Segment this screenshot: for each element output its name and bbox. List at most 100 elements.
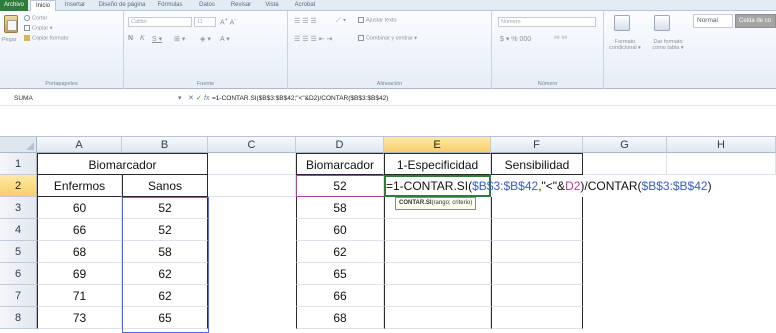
cell-b3[interactable]: 52 (122, 197, 208, 219)
worksheet-grid[interactable]: A B C D E F G H 1 2 3 4 5 6 7 8 Biomarca… (0, 137, 776, 333)
cell-d4[interactable]: 60 (296, 219, 384, 241)
borders-button[interactable]: ⊞ ▾ (174, 35, 185, 43)
column-header-f[interactable]: F (491, 137, 583, 153)
function-tooltip[interactable]: CONTAR.SI(rango; criterio) (395, 197, 477, 210)
cell-b5[interactable]: 58 (122, 241, 208, 263)
row-header-2[interactable]: 2 (0, 175, 37, 197)
cell-e6[interactable] (384, 263, 491, 285)
column-header-h[interactable]: H (667, 137, 776, 153)
tab-acrobat[interactable]: Acrobat (288, 0, 322, 11)
cell-a8[interactable]: 73 (37, 307, 122, 329)
cell-edit-formula[interactable]: =1-CONTAR.SI($B$3:$B$42,"<"&D2)/CONTAR($… (385, 175, 776, 197)
cell-f5[interactable] (491, 241, 583, 263)
cell-d2[interactable]: 52 (296, 175, 384, 197)
format-painter-button[interactable]: Copiar formato (24, 35, 68, 41)
column-header-d[interactable]: D (296, 137, 384, 153)
wrap-text-button[interactable]: Ajustar texto (358, 17, 397, 23)
column-header-a[interactable]: A (37, 137, 122, 153)
currency-buttons[interactable]: $ ▾ % 000 (500, 35, 531, 43)
align-horizontal-buttons[interactable]: ☰ ☰ ☰ ⇤ ⇥ (294, 35, 332, 43)
tab-data[interactable]: Datos (192, 0, 222, 11)
italic-button[interactable]: K (140, 35, 145, 42)
cell-h1[interactable] (667, 153, 776, 175)
decimal-buttons[interactable]: ⁰⁰ ⁰⁰ (554, 35, 567, 43)
bold-button[interactable]: N (128, 35, 133, 42)
cell-a4[interactable]: 66 (37, 219, 122, 241)
column-header-g[interactable]: G (583, 137, 667, 153)
cell-d8[interactable]: 68 (296, 307, 384, 329)
copy-button[interactable]: Copiar ▾ (24, 25, 53, 31)
cell-d7[interactable]: 66 (296, 285, 384, 307)
conditional-format-icon[interactable] (614, 15, 630, 31)
cell-a6[interactable]: 69 (37, 263, 122, 285)
cell-e5[interactable] (384, 241, 491, 263)
name-box[interactable]: SUMA (6, 93, 58, 105)
align-top-buttons[interactable]: ☰ ☰ ☰ (294, 17, 317, 25)
cell-e4[interactable] (384, 219, 491, 241)
format-as-table-icon[interactable] (654, 15, 670, 31)
tab-review[interactable]: Revisar (226, 0, 256, 11)
tab-insert[interactable]: Insertar (60, 0, 90, 11)
cell-b8[interactable]: 65 (122, 307, 208, 329)
tab-page-layout[interactable]: Diseño de página (94, 0, 150, 11)
cell-a2[interactable]: Enfermos (37, 175, 122, 197)
paste-button[interactable]: Pegar (2, 37, 17, 43)
select-all-corner[interactable] (0, 137, 37, 153)
tab-view[interactable]: Vista (260, 0, 284, 11)
cancel-icon[interactable]: ✕ (188, 93, 194, 105)
format-as-table-button[interactable]: Dar formato como tabla ▾ (648, 39, 688, 51)
row-header-4[interactable]: 4 (0, 219, 37, 241)
tab-file[interactable]: Archivo (0, 0, 28, 11)
merge-center-button[interactable]: Combinar y centrar ▾ (358, 35, 417, 41)
cell-f3[interactable] (491, 197, 583, 219)
cell-d3[interactable]: 58 (296, 197, 384, 219)
tab-formulas[interactable]: Fórmulas (152, 0, 188, 11)
number-format-select[interactable]: Número (498, 17, 596, 27)
column-header-e[interactable]: E (384, 137, 491, 153)
font-name-select[interactable]: Calibri (128, 17, 192, 27)
fill-color-button[interactable]: ◈ ▾ (200, 35, 211, 43)
style-cell-check[interactable]: Celda de co (735, 14, 776, 28)
cell-b2[interactable]: Sanos (122, 175, 208, 197)
formula-input[interactable]: =1-CONTAR.SI($B$3:$B$42;"<"&D2)/CONTAR($… (212, 93, 388, 105)
name-box-dropdown-icon[interactable]: ▾ (178, 93, 182, 105)
cell-f4[interactable] (491, 219, 583, 241)
row-header-5[interactable]: 5 (0, 241, 37, 263)
cell-b7[interactable]: 62 (122, 285, 208, 307)
row-header-8[interactable]: 8 (0, 307, 37, 329)
orientation-button[interactable]: ⟋ ▾ (336, 17, 346, 25)
column-header-b[interactable]: B (122, 137, 208, 153)
cell-e8[interactable] (384, 307, 491, 329)
row-header-3[interactable]: 3 (0, 197, 37, 219)
cell-a7[interactable]: 71 (37, 285, 122, 307)
conditional-format-button[interactable]: Formato condicional ▾ (608, 39, 642, 51)
font-size-select[interactable]: 11 (194, 17, 216, 27)
cell-b6[interactable]: 62 (122, 263, 208, 285)
cell-g1[interactable] (583, 153, 667, 175)
row-header-6[interactable]: 6 (0, 263, 37, 285)
cell-d6[interactable]: 65 (296, 263, 384, 285)
grow-font-button[interactable]: A+ A- (220, 17, 236, 26)
confirm-icon[interactable]: ✓ (196, 93, 202, 105)
paste-icon[interactable] (4, 15, 18, 33)
style-normal[interactable]: Normal (693, 14, 733, 28)
cell-b4[interactable]: 52 (122, 219, 208, 241)
insert-function-icon[interactable]: fx (204, 93, 209, 105)
cell-e1[interactable]: 1-Especificidad (384, 153, 491, 175)
font-color-button[interactable]: A ▾ (220, 35, 230, 43)
cell-f7[interactable] (491, 285, 583, 307)
cell-a3[interactable]: 60 (37, 197, 122, 219)
row-header-7[interactable]: 7 (0, 285, 37, 307)
cell-a1-merged[interactable]: Biomarcador (37, 153, 208, 175)
cell-c2[interactable] (208, 175, 296, 197)
column-header-c[interactable]: C (208, 137, 296, 153)
cell-c1[interactable] (208, 153, 296, 175)
cell-e7[interactable] (384, 285, 491, 307)
cell-f1[interactable]: Sensibilidad (491, 153, 583, 175)
cell-d1[interactable]: Biomarcador (296, 153, 384, 175)
cell-a5[interactable]: 68 (37, 241, 122, 263)
row-header-1[interactable]: 1 (0, 153, 37, 175)
cell-f8[interactable] (491, 307, 583, 329)
cut-button[interactable]: Cortar (24, 15, 47, 21)
cell-f6[interactable] (491, 263, 583, 285)
